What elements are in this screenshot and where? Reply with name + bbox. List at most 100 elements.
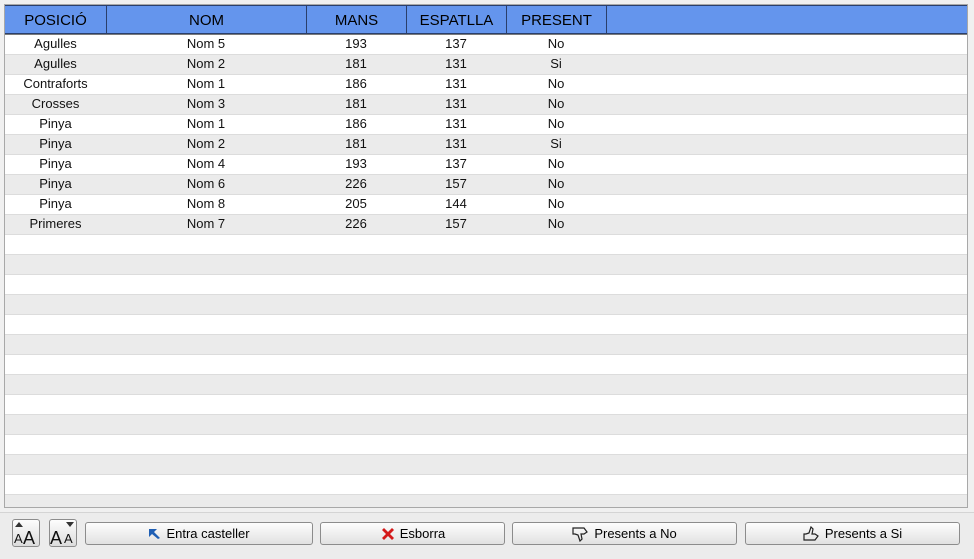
cell-present: Si bbox=[550, 56, 562, 71]
empty-table-row[interactable] bbox=[5, 275, 967, 295]
cell-espatlla: 131 bbox=[445, 96, 467, 111]
column-header-nom[interactable]: NOM bbox=[106, 5, 306, 34]
cell-nom: Nom 7 bbox=[186, 216, 226, 231]
cell-posicio: Pinya bbox=[39, 116, 72, 131]
esborra-label: Esborra bbox=[399, 526, 446, 541]
table-row[interactable]: Pinya Nom 2 181 131 Si bbox=[5, 135, 967, 155]
entra-casteller-label: Entra casteller bbox=[166, 526, 250, 541]
empty-table-row[interactable] bbox=[5, 295, 967, 315]
font-increase-icon: A A bbox=[13, 520, 39, 546]
column-header-filler bbox=[606, 5, 967, 34]
cell-present: No bbox=[547, 76, 565, 91]
table-body: Agulles Nom 5 193 137 No Agulles Nom 2 181 131 Si… bbox=[5, 35, 967, 507]
cell-posicio: Contraforts bbox=[23, 76, 88, 91]
cell-nom: Nom 2 bbox=[186, 136, 226, 151]
cell-espatlla: 157 bbox=[445, 216, 467, 231]
presents-a-no-label: Presents a No bbox=[594, 526, 677, 541]
empty-table-row[interactable] bbox=[5, 255, 967, 275]
entra-casteller-button[interactable]: Entra casteller bbox=[85, 522, 313, 545]
cell-espatlla: 137 bbox=[445, 156, 467, 171]
column-header-present[interactable]: PRESENT bbox=[506, 5, 606, 34]
arrow-up-left-icon bbox=[148, 528, 162, 540]
cell-mans: 186 bbox=[345, 116, 367, 131]
table-row[interactable]: Agulles Nom 5 193 137 No bbox=[5, 35, 967, 55]
cell-nom: Nom 8 bbox=[186, 196, 226, 211]
table-row[interactable]: Pinya Nom 8 205 144 No bbox=[5, 195, 967, 215]
cell-present: No bbox=[547, 156, 565, 171]
empty-table-row[interactable] bbox=[5, 435, 967, 455]
font-decrease-icon: A A bbox=[50, 520, 76, 546]
cell-espatlla: 144 bbox=[445, 196, 467, 211]
cell-nom: Nom 1 bbox=[186, 76, 226, 91]
cell-espatlla: 131 bbox=[445, 136, 467, 151]
cell-present: No bbox=[547, 36, 565, 51]
column-header-mans[interactable]: MANS bbox=[306, 5, 406, 34]
presents-a-si-label: Presents a Si bbox=[824, 526, 903, 541]
esborra-button[interactable]: Esborra bbox=[320, 522, 505, 545]
cell-mans: 181 bbox=[345, 136, 367, 151]
cell-nom: Nom 1 bbox=[186, 116, 226, 131]
column-header-espatlla[interactable]: ESPATLLA bbox=[406, 5, 506, 34]
cell-present: No bbox=[547, 216, 565, 231]
cell-posicio: Pinya bbox=[39, 196, 72, 211]
cell-posicio: Pinya bbox=[39, 156, 72, 171]
castellers-table[interactable]: POSICIÓ NOM MANS ESPATLLA PRESENT Agulle… bbox=[4, 4, 968, 508]
bottom-toolbar: A A A A Entra casteller Esborra Presents… bbox=[0, 512, 974, 559]
cell-present: No bbox=[547, 96, 565, 111]
table-header: POSICIÓ NOM MANS ESPATLLA PRESENT bbox=[5, 5, 967, 35]
table-row[interactable]: Contraforts Nom 1 186 131 No bbox=[5, 75, 967, 95]
cell-espatlla: 157 bbox=[445, 176, 467, 191]
svg-text:A: A bbox=[50, 528, 62, 546]
cell-posicio: Pinya bbox=[39, 136, 72, 151]
svg-text:A: A bbox=[23, 528, 35, 546]
cell-mans: 193 bbox=[345, 36, 367, 51]
empty-table-row[interactable] bbox=[5, 495, 967, 507]
table-row[interactable]: Primeres Nom 7 226 157 No bbox=[5, 215, 967, 235]
cell-mans: 193 bbox=[345, 156, 367, 171]
table-row[interactable]: Pinya Nom 1 186 131 No bbox=[5, 115, 967, 135]
cell-mans: 226 bbox=[345, 176, 367, 191]
cell-mans: 205 bbox=[345, 196, 367, 211]
cell-posicio: Agulles bbox=[34, 56, 77, 71]
empty-table-row[interactable] bbox=[5, 375, 967, 395]
empty-table-row[interactable] bbox=[5, 335, 967, 355]
table-row[interactable]: Pinya Nom 6 226 157 No bbox=[5, 175, 967, 195]
presents-a-si-button[interactable]: Presents a Si bbox=[745, 522, 960, 545]
empty-table-row[interactable] bbox=[5, 355, 967, 375]
cell-mans: 186 bbox=[345, 76, 367, 91]
empty-table-row[interactable] bbox=[5, 455, 967, 475]
red-x-icon bbox=[380, 526, 396, 542]
cell-espatlla: 137 bbox=[445, 36, 467, 51]
empty-table-row[interactable] bbox=[5, 415, 967, 435]
svg-text:A: A bbox=[14, 531, 23, 546]
decrease-font-button[interactable]: A A bbox=[49, 519, 77, 547]
thumbs-down-icon bbox=[572, 526, 590, 542]
cell-nom: Nom 5 bbox=[186, 36, 226, 51]
cell-nom: Nom 2 bbox=[186, 56, 226, 71]
table-row[interactable]: Pinya Nom 4 193 137 No bbox=[5, 155, 967, 175]
cell-present: No bbox=[547, 176, 565, 191]
cell-present: No bbox=[547, 116, 565, 131]
cell-posicio: Agulles bbox=[34, 36, 77, 51]
table-row[interactable]: Crosses Nom 3 181 131 No bbox=[5, 95, 967, 115]
cell-mans: 226 bbox=[345, 216, 367, 231]
cell-nom: Nom 6 bbox=[186, 176, 226, 191]
cell-posicio: Primeres bbox=[29, 216, 82, 231]
cell-mans: 181 bbox=[345, 56, 367, 71]
cell-espatlla: 131 bbox=[445, 76, 467, 91]
cell-posicio: Crosses bbox=[31, 96, 80, 111]
cell-nom: Nom 4 bbox=[186, 156, 226, 171]
cell-present: No bbox=[547, 196, 565, 211]
empty-table-row[interactable] bbox=[5, 315, 967, 335]
cell-espatlla: 131 bbox=[445, 116, 467, 131]
svg-text:A: A bbox=[64, 531, 73, 546]
column-header-posicio[interactable]: POSICIÓ bbox=[5, 5, 106, 34]
empty-table-row[interactable] bbox=[5, 395, 967, 415]
table-row[interactable]: Agulles Nom 2 181 131 Si bbox=[5, 55, 967, 75]
empty-table-row[interactable] bbox=[5, 475, 967, 495]
thumbs-up-icon bbox=[803, 525, 821, 542]
empty-table-row[interactable] bbox=[5, 235, 967, 255]
increase-font-button[interactable]: A A bbox=[12, 519, 40, 547]
cell-present: Si bbox=[550, 136, 562, 151]
presents-a-no-button[interactable]: Presents a No bbox=[512, 522, 737, 545]
